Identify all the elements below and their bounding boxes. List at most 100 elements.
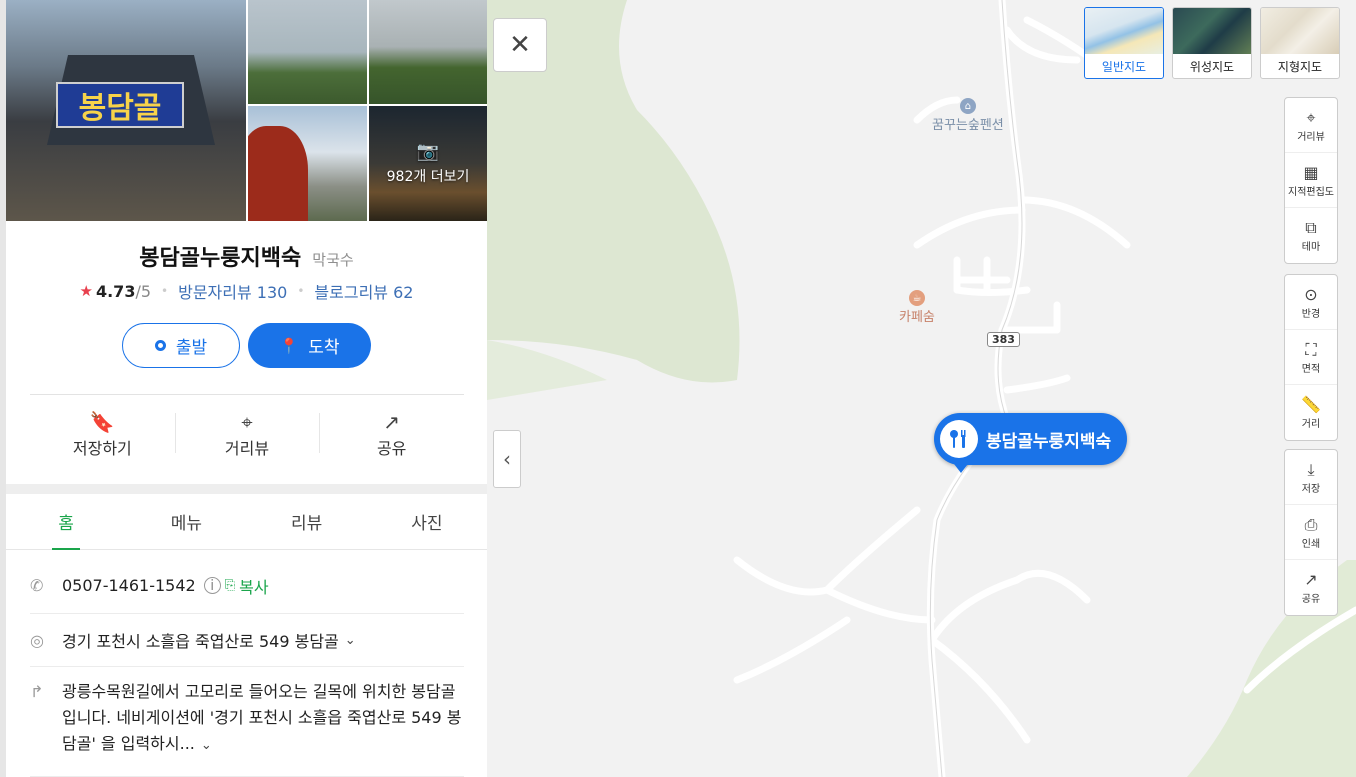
map-tools-output: ⤓ 저장 ⎙ 인쇄 ↗ 공유	[1284, 449, 1338, 616]
camera-icon: 📷	[416, 141, 440, 162]
map-tools-layers: ⌖ 거리뷰 ▦ 지적편집도 ⧉ 테마	[1284, 97, 1338, 264]
tool-label: 저장	[1301, 483, 1321, 495]
share-map-button[interactable]: ↗ 공유	[1285, 560, 1337, 615]
satellite-map-thumbnail	[1173, 8, 1251, 54]
share-button[interactable]: ↗ 공유	[319, 395, 464, 472]
tool-label: 지적편집도	[1288, 186, 1334, 198]
directions-text: 광릉수목원길에서 고모리로 들어오는 길목에 위치한 봉담골입니다. 네비게이션…	[62, 679, 464, 759]
close-icon: ✕	[509, 30, 531, 60]
restaurant-icon	[940, 420, 978, 458]
place-name: 봉담골누룽지백숙	[139, 246, 302, 271]
map-type-selector: 일반지도 위성지도 지형지도	[1084, 7, 1340, 79]
photo-main[interactable]: 봉담골	[6, 0, 246, 221]
map-pin-icon: ⌖	[1306, 107, 1316, 127]
tab-menu[interactable]: 메뉴	[126, 494, 246, 549]
tab-photos[interactable]: 사진	[367, 494, 487, 549]
tool-label: 공유	[1301, 594, 1321, 605]
place-marker[interactable]: 봉담골누룽지백숙	[934, 413, 1128, 473]
map-canvas[interactable]: ⌂ 꿈꾸는숲펜션 ☕ 카페숨 383 봉담골누룽지백숙 ✕ ‹ 일반지도 위성지…	[487, 0, 1356, 777]
map-type-label: 지형지도	[1277, 59, 1323, 74]
route-buttons: 출발 📍 도착	[122, 323, 371, 368]
photo-more[interactable]: 📷 982개 더보기	[369, 106, 487, 221]
share-icon: ↗	[1304, 570, 1318, 589]
address-text: 경기 포천시 소흘읍 죽엽산로 549 봉담골	[62, 632, 339, 651]
section-divider	[6, 484, 487, 494]
start-label: 출발	[175, 338, 208, 358]
place-marker-label: 봉담골누룽지백숙	[986, 431, 1112, 452]
map-type-terrain[interactable]: 지형지도	[1260, 7, 1340, 79]
map-pin-icon: ⌖	[241, 409, 253, 434]
grid-map-icon: ▦	[1303, 162, 1319, 182]
collapse-panel-button[interactable]: ‹	[493, 430, 521, 488]
arrive-button[interactable]: 📍 도착	[248, 323, 371, 368]
copy-label: 복사	[239, 577, 269, 597]
tool-label: 거리	[1301, 419, 1321, 430]
chevron-down-icon[interactable]: ⌄	[345, 633, 356, 648]
poi-pension-label: 꿈꾸는숲펜션	[932, 118, 1004, 133]
theme-tool-button[interactable]: ⧉ 테마	[1285, 208, 1337, 263]
terrain-map-thumbnail	[1261, 8, 1339, 54]
streetview-button[interactable]: ⌖ 거리뷰	[174, 395, 320, 472]
tool-label: 인쇄	[1301, 538, 1321, 550]
route-number-shield: 383	[987, 332, 1020, 347]
tool-label: 거리뷰	[1297, 131, 1325, 143]
location-icon: ◎	[30, 630, 44, 650]
action-label: 거리뷰	[224, 438, 270, 458]
action-label: 저장하기	[72, 438, 132, 458]
streetview-tool-button[interactable]: ⌖ 거리뷰	[1285, 98, 1337, 153]
area-tool-button[interactable]: ⛶ 면적	[1285, 330, 1337, 385]
photo-thumb[interactable]	[369, 0, 487, 104]
place-detail-panel: 봉담골 📷 982개 더보기 봉담골누룽지백숙 막국수 ★ 4.73 /5 • …	[6, 0, 487, 777]
chevron-down-icon[interactable]: ⌄	[201, 738, 212, 753]
distance-tool-button[interactable]: 📏 거리	[1285, 385, 1337, 440]
start-button[interactable]: 출발	[122, 323, 240, 368]
tool-label: 테마	[1301, 242, 1321, 253]
copy-phone-button[interactable]: ⎘ 복사	[225, 574, 269, 598]
layers-icon: ⧉	[1305, 218, 1317, 237]
blog-reviews-link[interactable]: 블로그리뷰 62	[314, 279, 413, 303]
place-title: 봉담골누룽지백숙 막국수	[6, 240, 487, 272]
phone-icon: ✆	[30, 576, 44, 595]
tab-reviews[interactable]: 리뷰	[247, 494, 367, 549]
map-type-normal[interactable]: 일반지도	[1084, 7, 1164, 79]
chevron-left-icon: ‹	[503, 447, 511, 471]
close-panel-button[interactable]: ✕	[493, 18, 547, 72]
address-row[interactable]: ◎ 경기 포천시 소흘읍 죽엽산로 549 봉담골 ⌄	[30, 614, 464, 667]
location-pin-icon: 📍	[279, 336, 299, 355]
download-icon: ⤓	[1307, 459, 1315, 479]
print-map-button[interactable]: ⎙ 인쇄	[1285, 505, 1337, 560]
photo-thumb[interactable]	[248, 106, 367, 221]
photo-thumb[interactable]	[248, 0, 367, 104]
poi-cafe[interactable]: ☕ 카페숨	[899, 290, 935, 325]
map-tools-measure: ⊙ 반경 ⛶ 면적 📏 거리	[1284, 274, 1338, 441]
arrive-label: 도착	[308, 338, 340, 358]
save-map-button[interactable]: ⤓ 저장	[1285, 450, 1337, 505]
place-tabs: 홈 메뉴 리뷰 사진	[6, 494, 487, 550]
save-place-button[interactable]: 🔖 저장하기	[30, 395, 175, 472]
share-icon: ↗	[383, 409, 401, 434]
map-type-label: 위성지도	[1189, 59, 1235, 74]
map-type-satellite[interactable]: 위성지도	[1172, 7, 1252, 79]
phone-number[interactable]: 0507-1461-1542	[62, 576, 196, 595]
tab-home[interactable]: 홈	[6, 494, 126, 550]
radius-icon: ⊙	[1304, 284, 1318, 304]
place-category: 막국수	[312, 251, 354, 269]
rating-max: /5	[135, 281, 152, 301]
radius-tool-button[interactable]: ⊙ 반경	[1285, 275, 1337, 330]
tool-label: 반경	[1301, 308, 1321, 320]
normal-map-thumbnail	[1085, 8, 1163, 54]
ruler-icon: 📏	[1301, 395, 1321, 414]
visitor-reviews-link[interactable]: 방문자리뷰 130	[178, 279, 287, 303]
photo-signboard: 봉담골	[56, 82, 184, 128]
lodging-icon: ⌂	[959, 98, 976, 114]
printer-icon: ⎙	[1304, 514, 1318, 534]
rating-score: 4.73	[95, 281, 136, 301]
turn-arrow-icon: ↱	[30, 682, 44, 701]
cadastral-tool-button[interactable]: ▦ 지적편집도	[1285, 153, 1337, 208]
area-icon: ⛶	[1305, 339, 1317, 359]
map-type-label: 일반지도	[1101, 59, 1147, 74]
info-icon[interactable]: i	[203, 577, 221, 594]
directions-row[interactable]: ↱ 광릉수목원길에서 고모리로 들어오는 길목에 위치한 봉담골입니다. 네비게…	[30, 667, 464, 777]
poi-pension[interactable]: ⌂ 꿈꾸는숲펜션	[932, 98, 1004, 133]
bookmark-icon: 🔖	[89, 409, 115, 434]
